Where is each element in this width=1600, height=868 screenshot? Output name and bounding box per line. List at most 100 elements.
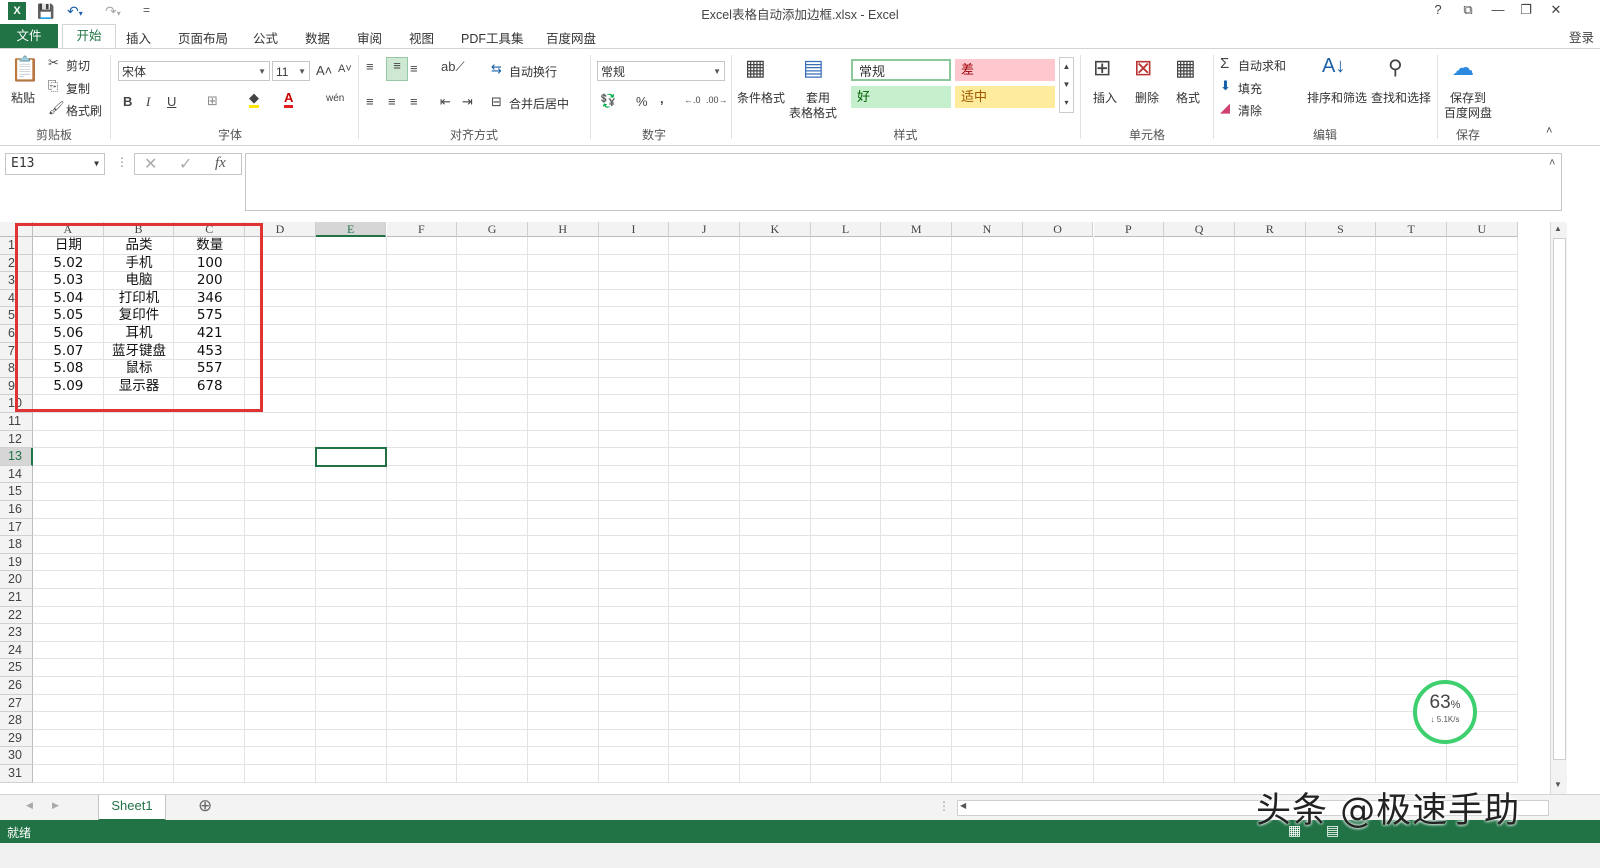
column-header-i[interactable]: I — [598, 222, 670, 237]
number-format-select[interactable]: 常规 ▼ — [597, 61, 725, 81]
column-header-f[interactable]: F — [386, 222, 458, 237]
ribbon-display-options-icon[interactable]: ⧉ — [1454, 2, 1482, 18]
paste-icon[interactable]: 📋 — [10, 55, 40, 84]
font-color-icon[interactable]: A — [284, 91, 294, 108]
enter-icon[interactable]: ✓ — [179, 154, 192, 174]
wrap-text-icon[interactable]: ⇆ — [491, 61, 502, 77]
tab-home[interactable]: 开始 — [62, 24, 116, 49]
autosum-icon[interactable]: Σ — [1220, 55, 1229, 72]
sort-filter-icon[interactable]: A↓ — [1322, 55, 1345, 78]
column-header-q[interactable]: Q — [1164, 222, 1235, 237]
splitter-icon[interactable]: ⋮ — [938, 799, 950, 813]
row-header-17[interactable]: 17 — [0, 518, 33, 537]
sheet-tab-sheet1[interactable]: Sheet1 — [98, 795, 166, 821]
clear-button[interactable]: 清除 — [1238, 102, 1262, 119]
column-header-o[interactable]: O — [1022, 222, 1094, 237]
column-header-p[interactable]: P — [1093, 222, 1165, 237]
column-header-e[interactable]: E — [315, 222, 387, 237]
fill-color-icon[interactable]: ◆ — [249, 91, 259, 108]
conditional-format-icon[interactable]: ▦ — [745, 55, 766, 81]
collapse-ribbon-icon[interactable]: ˄ — [1546, 125, 1552, 137]
align-middle-icon[interactable]: ≡ — [386, 57, 408, 81]
insert-cells-icon[interactable]: ⊞ — [1093, 55, 1111, 81]
style-good[interactable]: 好 — [851, 86, 951, 108]
delete-cells-icon[interactable]: ⊠ — [1134, 55, 1152, 81]
format-cells-icon[interactable]: ▦ — [1175, 55, 1196, 81]
column-header-j[interactable]: J — [669, 222, 740, 237]
tab-review[interactable]: 审阅 — [357, 28, 382, 47]
insert-function-icon[interactable]: fx — [215, 155, 226, 172]
tab-formulas[interactable]: 公式 — [253, 28, 278, 47]
row-header-21[interactable]: 21 — [0, 589, 33, 607]
border-icon[interactable]: ⊞ — [207, 93, 218, 109]
column-header-k[interactable]: K — [740, 222, 811, 237]
font-name-select[interactable]: 宋体 ▼ — [118, 61, 270, 81]
align-bottom-icon[interactable]: ≡ — [410, 61, 418, 76]
collapse-formula-icon[interactable]: ˄ — [1549, 157, 1555, 169]
align-center-icon[interactable]: ≡ — [388, 94, 396, 109]
row-header-23[interactable]: 23 — [0, 624, 33, 642]
fill-icon[interactable]: ⬇ — [1220, 78, 1231, 94]
scroll-thumb[interactable] — [1553, 238, 1566, 760]
scroll-up-icon[interactable]: ▲ — [1554, 224, 1562, 233]
align-right-icon[interactable]: ≡ — [410, 94, 418, 109]
column-header-n[interactable]: N — [952, 222, 1023, 237]
styles-scroll-icon[interactable]: ▲ ▼ ▾ — [1059, 57, 1074, 113]
row-header-11[interactable]: 11 — [0, 413, 33, 431]
increase-decimal-icon[interactable]: ←.0 — [684, 95, 701, 105]
row-header-24[interactable]: 24 — [0, 641, 33, 660]
vertical-scrollbar[interactable]: ▲ ▼ — [1550, 222, 1567, 794]
active-cell-outline[interactable] — [314, 447, 388, 467]
help-button[interactable]: ? — [1424, 2, 1452, 17]
column-header-t[interactable]: T — [1376, 222, 1447, 237]
row-header-19[interactable]: 19 — [0, 553, 33, 572]
cut-button[interactable]: 剪切 — [66, 57, 90, 74]
tab-page-layout[interactable]: 页面布局 — [178, 28, 228, 47]
increase-indent-icon[interactable]: ⇥ — [462, 94, 473, 110]
sort-filter-button[interactable]: 排序和筛选 — [1307, 89, 1367, 106]
row-header-30[interactable]: 30 — [0, 747, 33, 765]
format-cells-button[interactable]: 格式 — [1176, 89, 1200, 106]
row-header-12[interactable]: 12 — [0, 430, 33, 449]
column-header-r[interactable]: R — [1234, 222, 1306, 237]
column-header-h[interactable]: H — [527, 222, 599, 237]
find-select-button[interactable]: 查找和选择 — [1371, 89, 1431, 106]
wrap-text-button[interactable]: 自动换行 — [509, 63, 557, 80]
autosum-button[interactable]: 自动求和 — [1238, 57, 1286, 74]
cancel-icon[interactable]: ✕ — [144, 154, 157, 174]
row-header-28[interactable]: 28 — [0, 712, 33, 730]
bold-button[interactable]: B — [123, 94, 132, 109]
minimize-button[interactable]: — — [1484, 2, 1512, 17]
cut-icon[interactable]: ✂ — [48, 55, 59, 71]
paste-button[interactable]: 粘贴 — [11, 89, 35, 106]
tab-insert[interactable]: 插入 — [126, 28, 151, 47]
next-sheet-icon[interactable]: ▶ — [52, 800, 59, 811]
row-header-16[interactable]: 16 — [0, 501, 33, 519]
decrease-decimal-icon[interactable]: .00→ — [706, 95, 728, 105]
column-header-s[interactable]: S — [1305, 222, 1377, 237]
copy-icon[interactable]: ⎘ — [48, 78, 58, 94]
grow-font-button[interactable]: A˄ — [316, 63, 332, 78]
format-painter-icon[interactable]: 🖌 — [48, 100, 65, 116]
conditional-format-button[interactable]: 条件格式 — [737, 89, 785, 106]
row-header-25[interactable]: 25 — [0, 659, 33, 677]
table-format-icon[interactable]: ▤ — [803, 55, 824, 81]
column-header-g[interactable]: G — [457, 222, 528, 237]
table-format-button[interactable]: 表格格式 — [789, 104, 837, 121]
row-header-26[interactable]: 26 — [0, 677, 33, 695]
row-header-22[interactable]: 22 — [0, 606, 33, 625]
currency-icon[interactable]: 💱 — [600, 93, 616, 109]
row-header-29[interactable]: 29 — [0, 729, 33, 748]
save-to-netdisk-button[interactable]: 百度网盘 — [1444, 104, 1492, 121]
add-sheet-button[interactable]: ⊕ — [198, 796, 212, 816]
scroll-left-icon[interactable]: ◀ — [960, 801, 966, 810]
tab-file[interactable]: 文件 — [0, 24, 58, 48]
row-header-15[interactable]: 15 — [0, 483, 33, 501]
network-speed-gauge[interactable]: 63% ↓ 5.1K/s — [1413, 680, 1477, 744]
align-left-icon[interactable]: ≡ — [366, 94, 374, 109]
fill-button[interactable]: 填充 — [1238, 80, 1262, 97]
baidu-cloud-icon[interactable]: ☁ — [1452, 55, 1474, 81]
row-header-27[interactable]: 27 — [0, 694, 33, 713]
row-header-13[interactable]: 13 — [0, 448, 33, 466]
column-header-l[interactable]: L — [810, 222, 882, 237]
